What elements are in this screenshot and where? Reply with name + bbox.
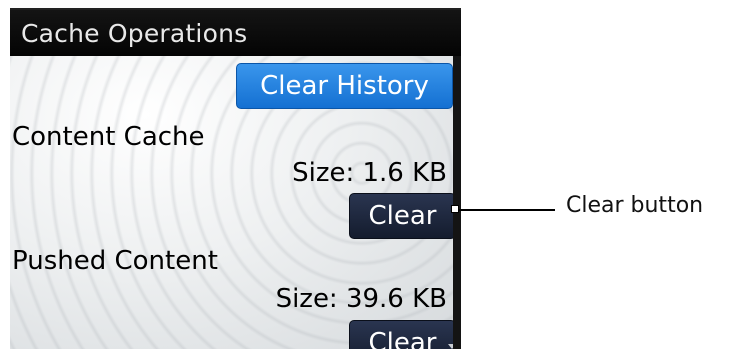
content-cache-size: Size: 1.6 KB: [292, 158, 447, 188]
screen-bezel-edge: [453, 56, 461, 349]
content-cache-heading: Content Cache: [12, 122, 205, 152]
clear-button-callout: Clear button: [566, 193, 704, 218]
title-bar: Cache Operations: [10, 10, 461, 56]
pushed-content-size: Size: 39.6 KB: [275, 284, 447, 314]
page-title: Cache Operations: [21, 19, 248, 48]
cache-operations-panel: Clear History Content Cache Size: 1.6 KB…: [10, 56, 461, 349]
device-screen: Cache Operations Clear History Content C…: [10, 10, 461, 349]
callout-leader-line: [455, 209, 555, 211]
callout-anchor-dot: [451, 205, 459, 213]
pushed-content-heading: Pushed Content: [12, 246, 218, 276]
clear-pushed-content-button[interactable]: Clear: [349, 320, 456, 349]
clear-history-button[interactable]: Clear History: [236, 63, 453, 109]
clear-content-cache-button[interactable]: Clear: [349, 193, 456, 239]
